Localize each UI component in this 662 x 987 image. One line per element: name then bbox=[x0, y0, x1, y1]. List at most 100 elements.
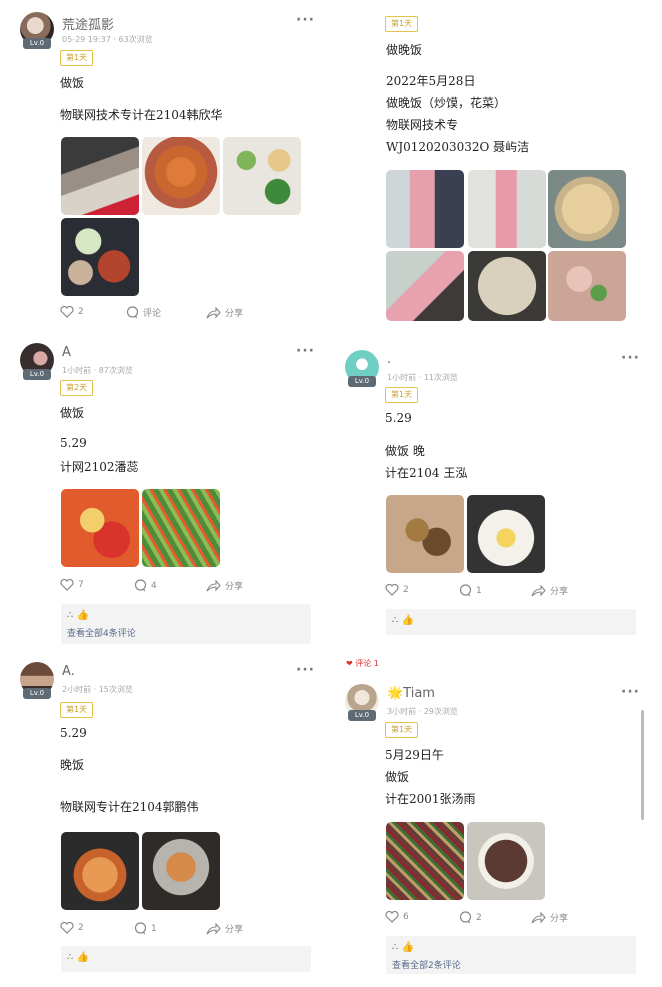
stray-partial-text: ❤ 评论 1 bbox=[346, 659, 379, 668]
post-line: 物联网技术专 bbox=[386, 118, 459, 132]
photo-thumbnail[interactable] bbox=[548, 251, 626, 321]
view-all-comments-link[interactable]: 查看全部2条评论 bbox=[392, 958, 461, 971]
comment-label: 评论 bbox=[143, 309, 162, 319]
photo-thumbnail[interactable] bbox=[61, 489, 139, 567]
username[interactable]: A. bbox=[62, 664, 75, 679]
photo-thumbnail[interactable] bbox=[142, 137, 220, 215]
post-line: 做晚饭 bbox=[386, 43, 423, 57]
post-line: 物联网专计在2104郭鹏伟 bbox=[60, 800, 199, 814]
comment-count: 2 bbox=[476, 912, 482, 923]
post-line: 5.29 bbox=[60, 436, 87, 450]
username[interactable]: 🌟Tiam bbox=[387, 686, 435, 701]
post-line: 做晚饭（炒馍，花菜） bbox=[386, 96, 507, 110]
scrollbar[interactable] bbox=[641, 710, 644, 820]
photo-thumbnail[interactable] bbox=[386, 170, 464, 248]
post-line: 5月29日午 bbox=[385, 748, 444, 762]
comment-icon bbox=[459, 911, 472, 924]
comment-button[interactable]: 1 bbox=[134, 922, 157, 935]
photo-thumbnail[interactable] bbox=[223, 137, 301, 215]
day-tag[interactable]: 第1天 bbox=[60, 50, 94, 66]
like-button[interactable]: 6 bbox=[385, 911, 409, 923]
comment-like: ∴ 👍 bbox=[67, 610, 89, 621]
username[interactable]: 荒途孤影 bbox=[62, 14, 114, 33]
post-line: 2022年5月28日 bbox=[386, 74, 476, 88]
heart-icon bbox=[60, 306, 74, 318]
post-line: 计在2001张汤雨 bbox=[385, 792, 476, 806]
photo-thumbnail[interactable] bbox=[142, 489, 220, 567]
post-meta: 1小时前 · 87次浏览 bbox=[62, 366, 133, 375]
day-tag[interactable]: 第1天 bbox=[385, 387, 419, 403]
post-meta: 3小时前 · 29次浏览 bbox=[387, 707, 458, 716]
level-badge: Lv.0 bbox=[23, 369, 51, 380]
comment-button[interactable]: 1 bbox=[459, 584, 482, 597]
view-all-comments-link[interactable]: 查看全部4条评论 bbox=[67, 626, 136, 639]
level-badge: Lv.0 bbox=[348, 376, 376, 387]
post-line: 5.29 bbox=[385, 411, 412, 425]
photo-thumbnail[interactable] bbox=[467, 495, 545, 573]
like-button[interactable]: 2 bbox=[60, 922, 84, 934]
photo-thumbnail[interactable] bbox=[548, 170, 626, 248]
share-icon bbox=[206, 922, 221, 934]
share-button[interactable]: 分享 bbox=[206, 579, 243, 592]
comment-icon bbox=[459, 584, 472, 597]
photo-thumbnail[interactable] bbox=[467, 822, 545, 900]
share-button[interactable]: 分享 bbox=[531, 911, 568, 924]
comment-button[interactable]: 评论 bbox=[126, 306, 161, 319]
username[interactable]: . bbox=[387, 352, 391, 367]
comment-icon bbox=[134, 579, 147, 592]
like-button[interactable]: 2 bbox=[385, 584, 409, 596]
post-line: 5.29 bbox=[60, 726, 87, 740]
day-tag[interactable]: 第1天 bbox=[60, 702, 94, 718]
more-options-icon[interactable]: ··· bbox=[296, 343, 315, 359]
post-card: 第1天 做晚饭 2022年5月28日 做晚饭（炒馍，花菜） 物联网技术专 WJ0… bbox=[385, 16, 645, 326]
heart-icon bbox=[60, 922, 74, 934]
photo-thumbnail[interactable] bbox=[61, 218, 139, 296]
photo-thumbnail[interactable] bbox=[61, 137, 139, 215]
photo-thumbnail[interactable] bbox=[468, 251, 546, 321]
photo-thumbnail[interactable] bbox=[386, 251, 464, 321]
like-count: 2 bbox=[403, 585, 409, 595]
comment-button[interactable]: 2 bbox=[459, 911, 482, 924]
share-button[interactable]: 分享 bbox=[206, 922, 243, 935]
photo-thumbnail[interactable] bbox=[386, 495, 464, 573]
more-options-icon[interactable]: ··· bbox=[296, 662, 315, 678]
comment-box: ∴ 👍 bbox=[61, 946, 311, 972]
share-button[interactable]: 分享 bbox=[206, 306, 243, 319]
username[interactable]: A bbox=[62, 345, 71, 360]
photo-thumbnail[interactable] bbox=[61, 832, 139, 910]
comment-box: ∴ 👍 查看全部2条评论 bbox=[386, 936, 636, 974]
post-card: Lv.0 🌟Tiam 3小时前 · 29次浏览 ··· 第1天 5月29日午 做… bbox=[345, 684, 645, 979]
share-button[interactable]: 分享 bbox=[531, 584, 568, 597]
day-tag[interactable]: 第2天 bbox=[60, 380, 94, 396]
post-line: 晚饭 bbox=[60, 758, 85, 772]
share-label: 分享 bbox=[225, 582, 244, 592]
more-options-icon[interactable]: ··· bbox=[621, 684, 640, 700]
day-tag[interactable]: 第1天 bbox=[385, 16, 419, 32]
like-button[interactable]: 2 bbox=[60, 306, 84, 318]
like-count: 7 bbox=[78, 580, 84, 590]
comment-like: ∴ 👍 bbox=[392, 942, 414, 953]
day-tag[interactable]: 第1天 bbox=[385, 722, 419, 738]
comment-icon bbox=[126, 306, 139, 319]
post-meta: 2小时前 · 15次浏览 bbox=[62, 685, 133, 694]
heart-icon bbox=[60, 579, 74, 591]
post-meta: 1小时前 · 11次浏览 bbox=[387, 373, 458, 382]
level-badge: Lv.0 bbox=[23, 688, 51, 699]
level-badge: Lv.0 bbox=[348, 710, 376, 721]
comment-box: ∴ 👍 查看全部4条评论 bbox=[61, 604, 311, 644]
share-label: 分享 bbox=[550, 914, 569, 924]
heart-icon bbox=[385, 584, 399, 596]
share-icon bbox=[531, 911, 546, 923]
photo-thumbnail[interactable] bbox=[468, 170, 546, 248]
share-label: 分享 bbox=[225, 309, 244, 319]
post-line: 计网2102潘蕊 bbox=[60, 460, 139, 474]
share-icon bbox=[531, 584, 546, 596]
comment-count: 4 bbox=[151, 580, 157, 591]
more-options-icon[interactable]: ··· bbox=[621, 350, 640, 366]
photo-thumbnail[interactable] bbox=[142, 832, 220, 910]
more-options-icon[interactable]: ··· bbox=[296, 12, 315, 28]
comment-button[interactable]: 4 bbox=[134, 579, 157, 592]
like-button[interactable]: 7 bbox=[60, 579, 84, 591]
photo-thumbnail[interactable] bbox=[386, 822, 464, 900]
like-count: 2 bbox=[78, 307, 84, 317]
